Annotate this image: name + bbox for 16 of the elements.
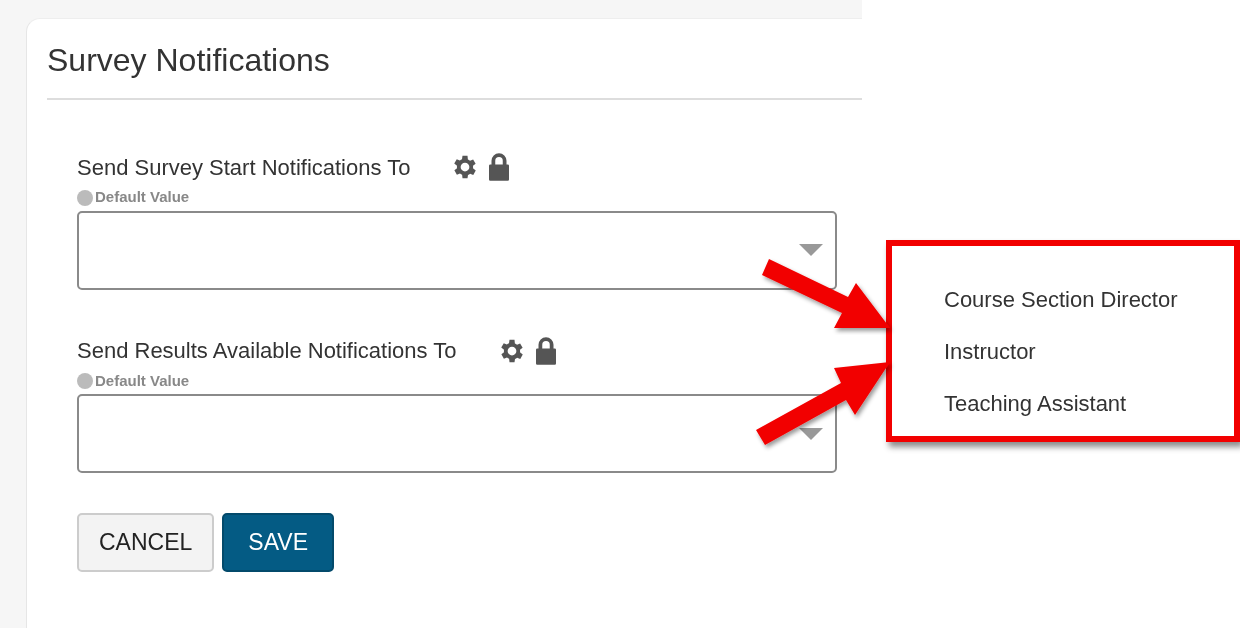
cancel-button[interactable]: CANCEL xyxy=(77,513,215,572)
select-field[interactable] xyxy=(77,394,837,474)
menu-option[interactable]: Instructor xyxy=(944,326,1234,378)
status-dot-icon xyxy=(77,189,93,206)
menu-option[interactable]: Teaching Assistant xyxy=(944,378,1234,430)
caret-icon xyxy=(799,244,823,257)
field-label: Send Results Available Notifications To xyxy=(77,337,457,366)
panel-title: Survey Notifications xyxy=(47,41,331,80)
save-button[interactable]: SAVE xyxy=(222,513,334,572)
select-field[interactable] xyxy=(77,210,837,290)
default-value-label: Default Value xyxy=(95,370,190,391)
status-dot-icon xyxy=(77,373,93,390)
field-label: Send Survey Start Notifications To xyxy=(77,153,411,182)
menu-option[interactable]: Course Section Director xyxy=(944,274,1234,326)
default-value-label: Default Value xyxy=(95,187,190,208)
caret-icon xyxy=(799,427,823,440)
